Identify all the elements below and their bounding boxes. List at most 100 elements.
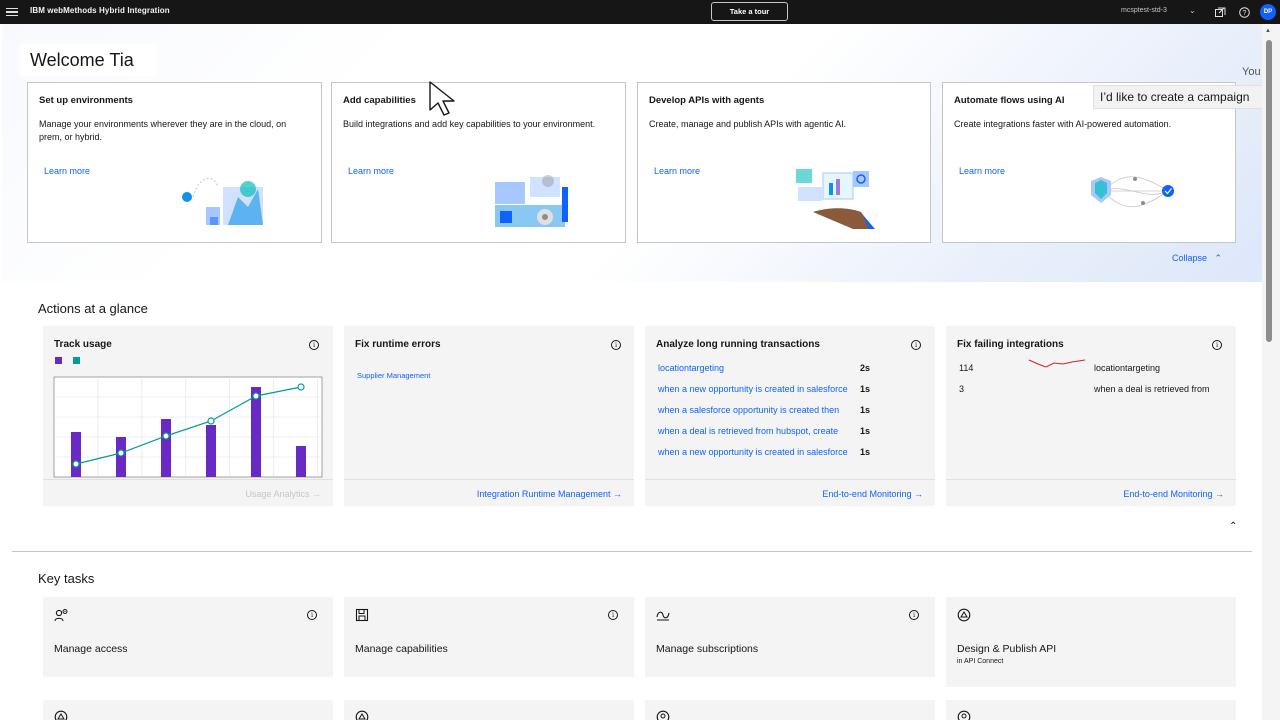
scroll-up-icon[interactable]: ▲ <box>1265 28 1271 34</box>
switcher-icon[interactable] <box>1213 5 1227 19</box>
chart-point <box>252 392 260 400</box>
automation-illustration <box>1091 176 1174 207</box>
user-circle-icon <box>656 710 670 720</box>
transaction-duration: 1s <box>860 447 871 457</box>
transaction-link[interactable]: when a salesforce opportunity is created… <box>658 405 854 415</box>
key-tasks-section-title: Key tasks <box>38 571 95 586</box>
product-name[interactable]: IBM webMethods Hybrid Integration <box>30 6 170 15</box>
card-footer: End-to-end Monitoring → <box>645 479 935 506</box>
card-develop-apis[interactable]: Develop APIs with agents Create, manage … <box>637 82 931 243</box>
card-footer: Usage Analytics → <box>43 479 333 506</box>
scroll-thumb[interactable] <box>1266 40 1272 342</box>
transaction-duration: 2s <box>860 363 871 373</box>
user-avatar[interactable]: DP <box>1260 4 1276 20</box>
chart-bar <box>116 437 126 477</box>
link-label: Integration Runtime Management <box>476 489 611 499</box>
task-card[interactable] <box>645 700 935 720</box>
chevron-up-icon[interactable]: ⌃ <box>1229 521 1237 532</box>
info-icon[interactable]: i <box>911 340 921 350</box>
learn-more-link[interactable]: Learn more <box>348 166 394 176</box>
card-description: Build integrations and add key capabilit… <box>343 119 596 129</box>
task-manage-subscriptions[interactable]: i Manage subscriptions <box>645 597 935 677</box>
welcome-banner: Welcome Tia <box>20 44 156 76</box>
apis-illustration <box>796 169 875 229</box>
task-card[interactable] <box>43 700 333 720</box>
card-title: Track usage <box>54 339 112 350</box>
card-set-up-environments[interactable]: Set up environments Manage your environm… <box>27 82 322 243</box>
task-card[interactable] <box>344 700 634 720</box>
info-icon[interactable]: i <box>608 610 618 620</box>
info-icon[interactable]: i <box>1212 340 1222 350</box>
transaction-link[interactable]: when a deal is retrieved from hubspot, c… <box>658 426 854 436</box>
task-sublabel: in API Connect <box>957 658 1004 665</box>
page-scrollbar[interactable]: ▲ <box>1262 24 1280 720</box>
usage-analytics-label: Usage Analytics <box>245 489 310 499</box>
section-divider <box>12 551 1252 552</box>
runtime-error-item[interactable]: Supplier Management <box>357 371 430 380</box>
card-footer: Integration Runtime Management → <box>344 479 634 506</box>
link-label: End-to-end Monitoring <box>1123 489 1213 499</box>
chart-bar <box>71 432 81 477</box>
svg-text:?: ? <box>1242 10 1246 17</box>
chart-bar <box>251 387 261 477</box>
task-manage-access[interactable]: i Manage access <box>43 597 333 677</box>
transaction-link[interactable]: when a new opportunity is created in sal… <box>658 384 854 394</box>
card-footer: End-to-end Monitoring → <box>946 479 1236 506</box>
link-label: End-to-end Monitoring <box>822 489 912 499</box>
capabilities-illustration <box>495 175 568 227</box>
legend-swatch <box>73 357 80 364</box>
fix-runtime-errors-card: Fix runtime errors i Supplier Management… <box>344 326 634 506</box>
transaction-duration: 1s <box>860 426 871 436</box>
task-card[interactable] <box>946 700 1236 720</box>
card-description: Manage your environments wherever they a… <box>39 119 287 142</box>
collapse-button[interactable]: Collapse ⌃ <box>1172 253 1222 264</box>
subscriptions-icon <box>656 611 670 621</box>
arrow-right-icon: → <box>914 489 923 499</box>
card-add-capabilities[interactable]: Add capabilities Build integrations and … <box>331 82 626 243</box>
info-icon[interactable]: i <box>909 610 919 620</box>
tenant-selector[interactable]: mcsptest-std-3 <box>1121 7 1167 14</box>
task-label: Design & Publish API <box>957 643 1057 655</box>
task-label: Manage subscriptions <box>656 643 759 655</box>
learn-more-link[interactable]: Learn more <box>654 166 700 176</box>
learn-more-link[interactable]: Learn more <box>959 166 1005 176</box>
card-title: Fix runtime errors <box>355 339 441 350</box>
task-manage-capabilities[interactable]: i Manage capabilities <box>344 597 634 677</box>
info-icon[interactable]: i <box>611 340 621 350</box>
card-title: Fix failing integrations <box>957 339 1064 350</box>
failing-integration-name[interactable]: locationtargeting <box>1094 363 1160 373</box>
take-a-tour-button[interactable]: Take a tour <box>711 2 788 21</box>
help-icon[interactable]: ? <box>1237 5 1251 19</box>
legend-swatch <box>55 357 62 364</box>
info-icon[interactable]: i <box>307 610 317 620</box>
track-usage-card: Track usage i Usage Analytics → <box>43 326 333 506</box>
top-bar: IBM webMethods Hybrid Integration Take a… <box>0 0 1280 24</box>
card-title: Develop APIs with agents <box>649 95 765 106</box>
api-connect-icon <box>355 710 369 720</box>
task-design-publish-api[interactable]: Design & Publish API in API Connect <box>946 597 1236 687</box>
chevron-down-icon[interactable]: ⌄ <box>1189 6 1196 15</box>
transaction-duration: 1s <box>860 384 871 394</box>
chart-point <box>117 449 125 457</box>
integration-runtime-management-link[interactable]: Integration Runtime Management → <box>477 489 622 499</box>
end-to-end-monitoring-link[interactable]: End-to-end Monitoring → <box>822 489 923 499</box>
card-title: Automate flows using AI <box>954 95 1065 106</box>
you-text: You <box>1242 66 1261 78</box>
end-to-end-monitoring-link[interactable]: End-to-end Monitoring → <box>1123 489 1224 499</box>
failing-integration-name[interactable]: when a deal is retrieved from <box>1094 384 1210 394</box>
menu-icon[interactable] <box>6 6 18 18</box>
task-label: Manage access <box>54 643 128 655</box>
transaction-link[interactable]: when a new opportunity is created in sal… <box>658 447 854 457</box>
assistant-prompt-tooltip: I’d like to create a campaign <box>1093 85 1263 109</box>
mouse-pointer-icon <box>429 81 455 116</box>
actions-section-title: Actions at a glance <box>38 301 148 316</box>
plot-area <box>53 376 323 478</box>
user-circle-icon <box>957 710 971 720</box>
chart-bar <box>206 425 216 477</box>
transaction-duration: 1s <box>860 405 871 415</box>
info-icon[interactable]: i <box>309 340 319 350</box>
transaction-link[interactable]: locationtargeting <box>658 363 854 373</box>
card-description: Create, manage and publish APIs with age… <box>649 119 847 129</box>
failure-count: 114 <box>959 363 974 373</box>
learn-more-link[interactable]: Learn more <box>44 166 90 176</box>
